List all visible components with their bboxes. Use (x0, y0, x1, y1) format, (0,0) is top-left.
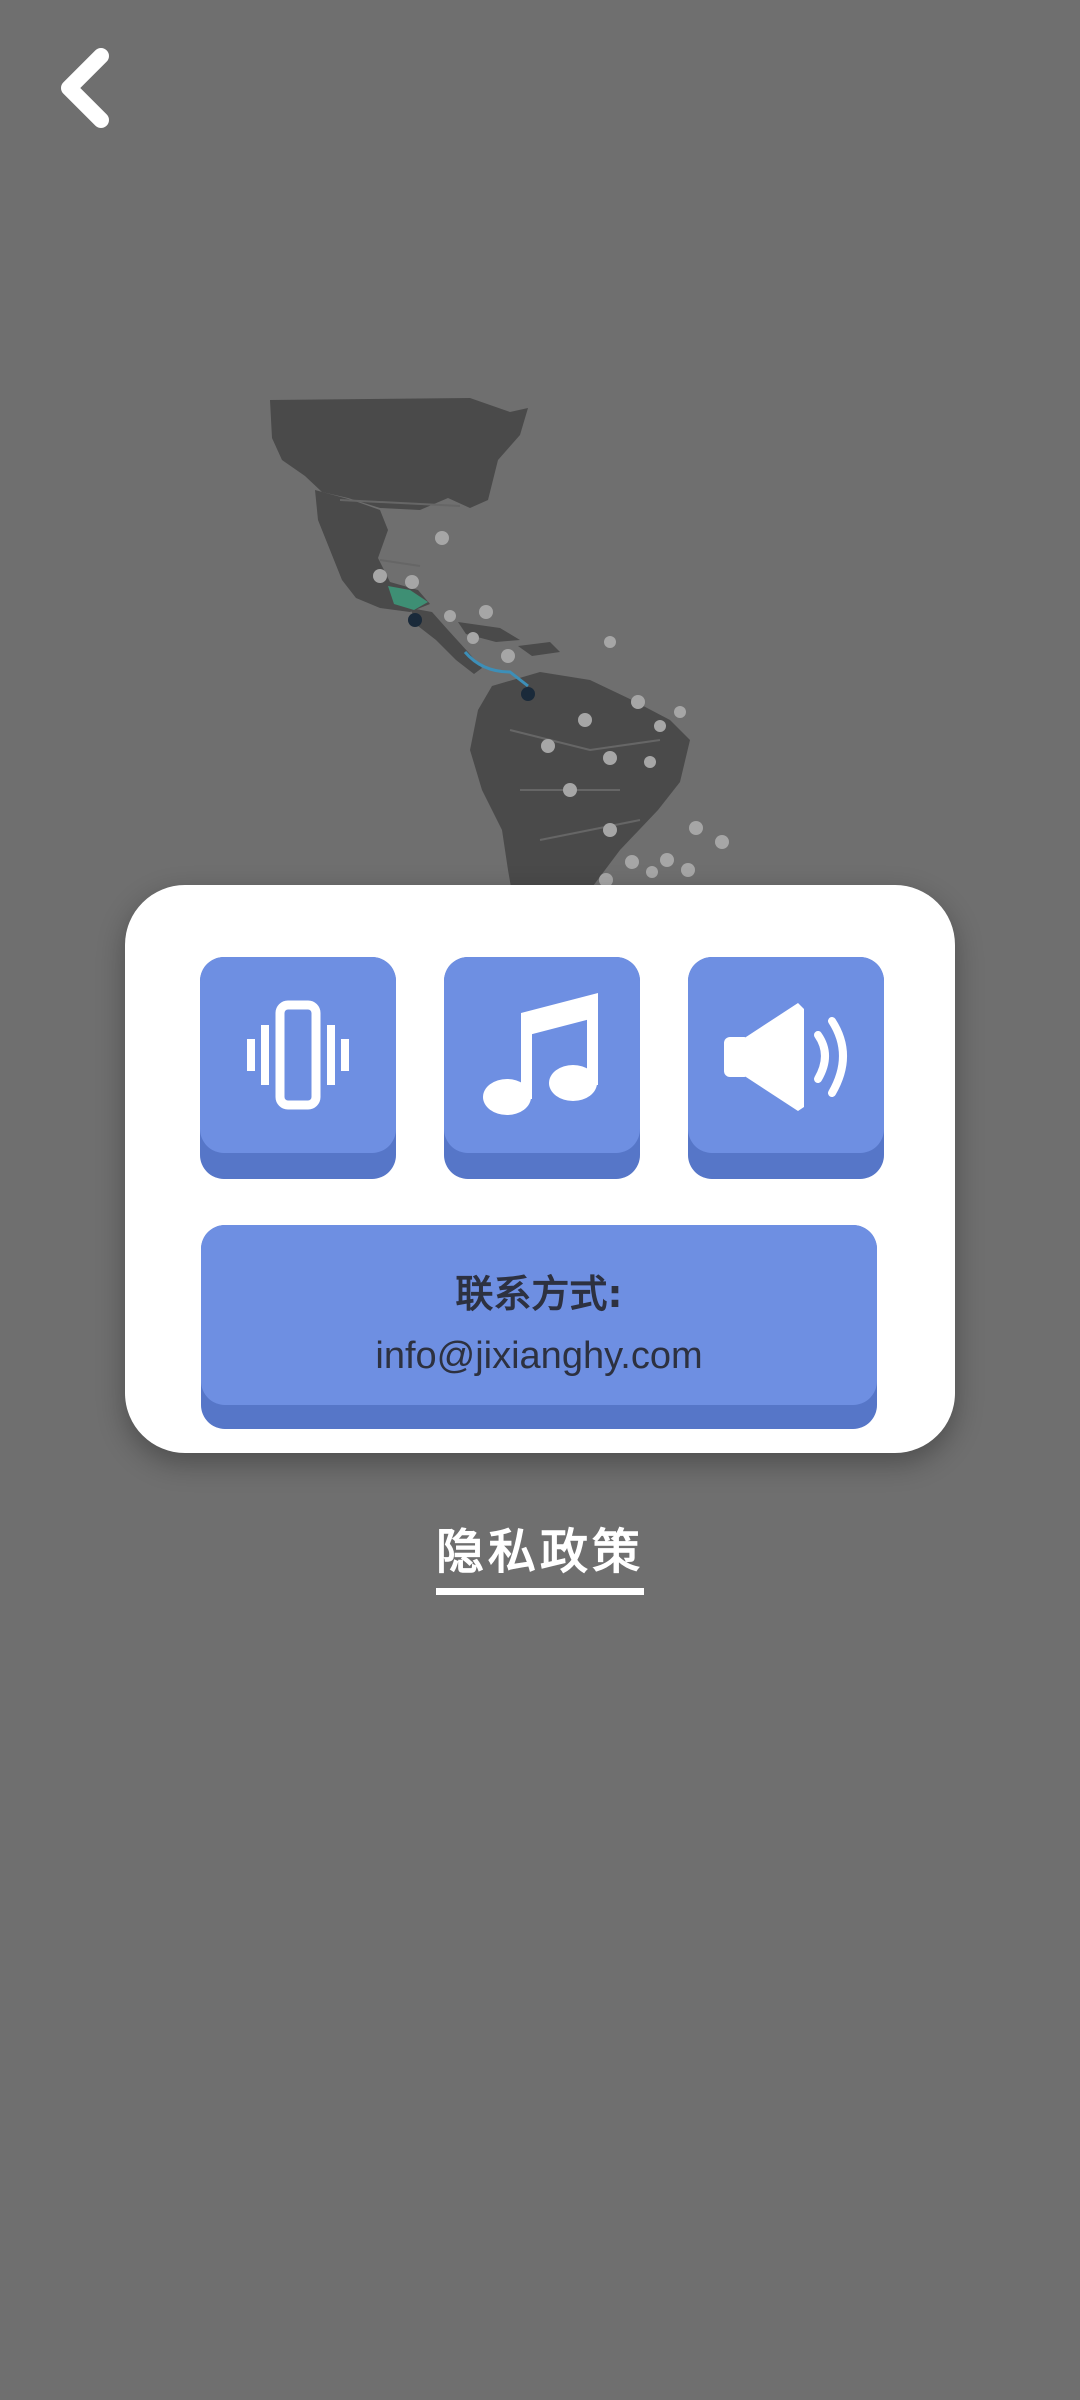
contact-panel-face: 联系方式: info@jixianghy.com (201, 1225, 877, 1405)
sound-toggle-button[interactable] (688, 957, 884, 1179)
contact-panel: 联系方式: info@jixianghy.com (201, 1225, 877, 1429)
americas-map (270, 398, 729, 910)
privacy-policy-link[interactable]: 隐私政策 (435, 1512, 644, 1595)
settings-card: 联系方式: info@jixianghy.com (125, 885, 955, 1453)
chevron-left-icon (61, 48, 109, 128)
vibration-toggle-button[interactable] (200, 957, 396, 1179)
music-note-icon (483, 993, 598, 1115)
settings-screen: 联系方式: info@jixianghy.com 隐私政策 (0, 0, 1080, 2400)
back-button[interactable] (50, 48, 120, 128)
sound-button-face (688, 957, 884, 1153)
speaker-icon (724, 1003, 847, 1111)
music-button-face (444, 957, 640, 1153)
privacy-section: 隐私政策 (0, 1512, 1080, 1595)
vibration-button-face (200, 957, 396, 1153)
music-toggle-button[interactable] (444, 957, 640, 1179)
contact-email[interactable]: info@jixianghy.com (201, 1335, 877, 1378)
contact-title: 联系方式: (455, 1272, 623, 1316)
vibration-icon (247, 1000, 349, 1110)
